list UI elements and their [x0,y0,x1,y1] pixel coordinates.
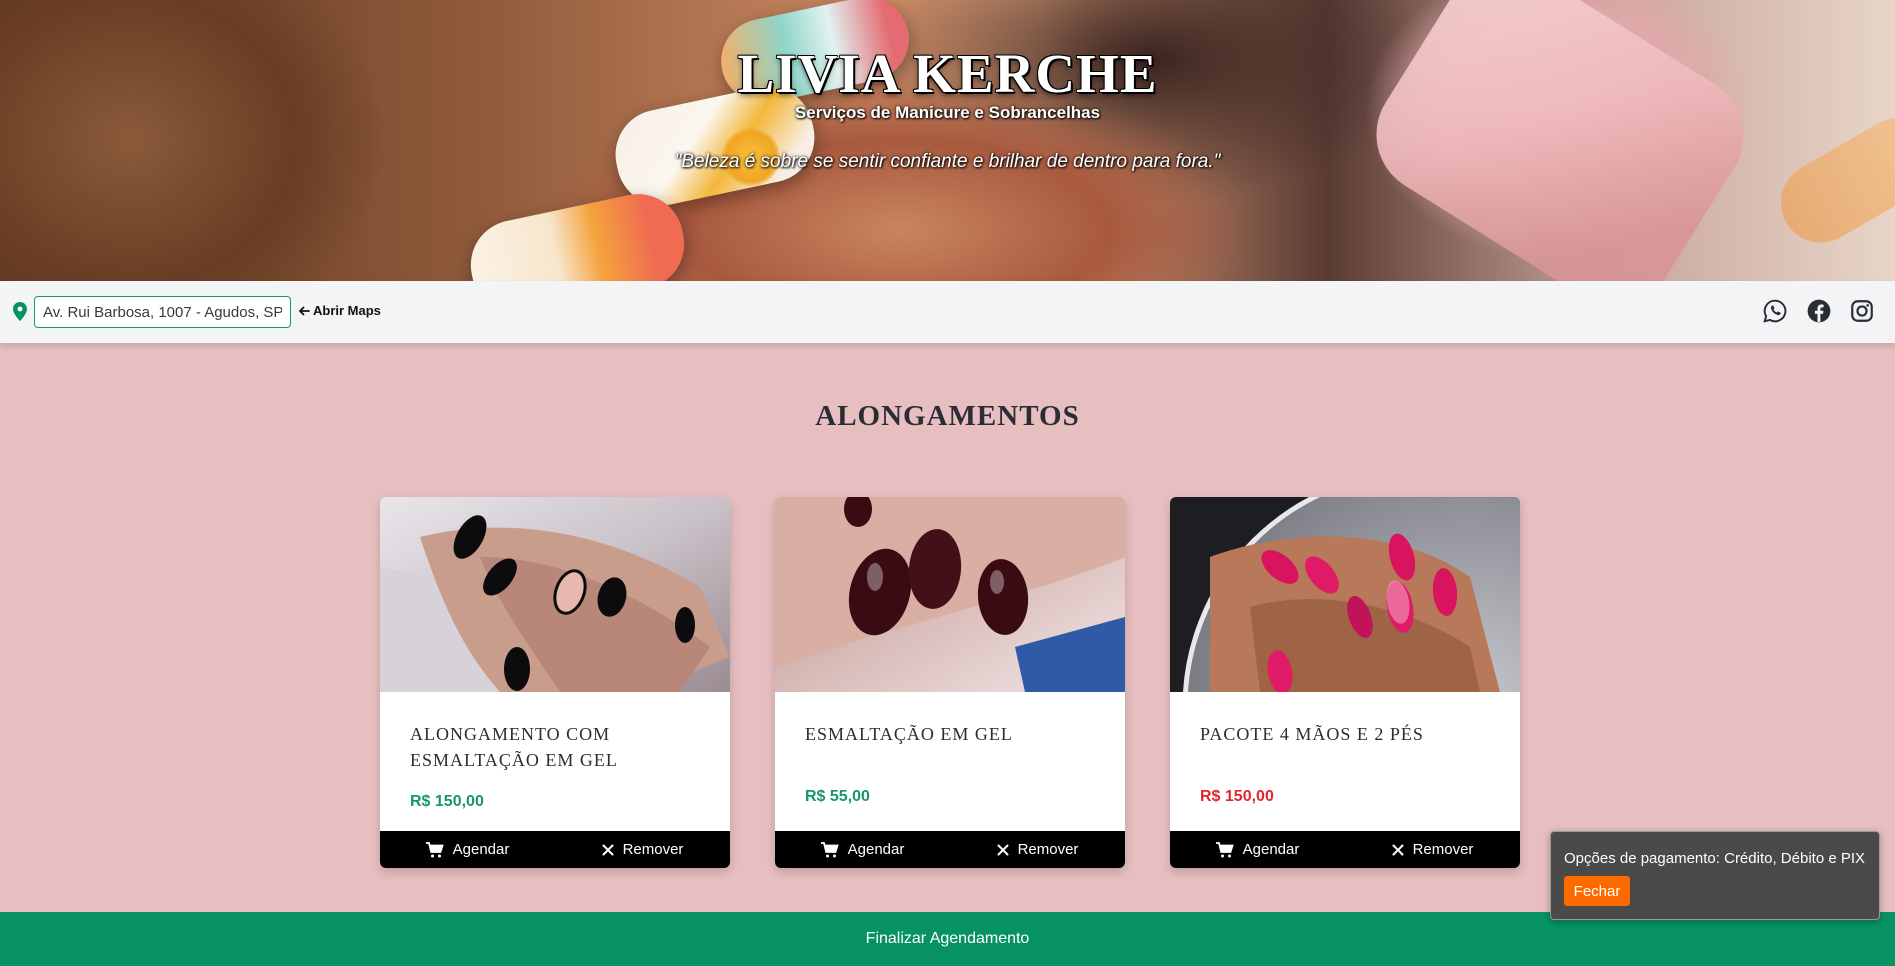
remove-label: Remover [622,841,684,858]
facebook-icon[interactable] [1806,298,1832,324]
open-maps-link[interactable]: Abrir Maps [298,303,381,318]
whatsapp-icon[interactable] [1762,298,1788,324]
address-field[interactable] [34,296,291,328]
cart-icon [820,841,839,857]
card-actions: Agendar Remover [775,831,1125,868]
remove-button[interactable]: Remover [1345,831,1520,868]
card-actions: Agendar Remover [380,831,730,868]
close-icon [602,844,614,855]
close-icon [1392,844,1404,855]
service-name: ALONGAMENTO COM ESMALTAÇÃO EM GEL [410,724,618,770]
close-toast-button[interactable]: Fechar [1564,876,1630,906]
service-price: R$ 55,00 [805,788,870,805]
remove-label: Remover [1412,841,1474,858]
hero-banner: LIVIA KERCHE Serviços de Manicure e Sobr… [0,0,1895,281]
brand-subtitle: Serviços de Manicure e Sobrancelhas [794,103,1101,122]
card-actions: Agendar Remover [1170,831,1520,868]
service-card: PACOTE 4 MÃOS E 2 PÉS R$ 150,00 Agendar … [1170,497,1520,868]
cart-icon [425,841,444,857]
service-name: PACOTE 4 MÃOS E 2 PÉS [1200,724,1424,744]
service-card: ESMALTAÇÃO EM GEL R$ 55,00 Agendar Remov… [775,497,1125,868]
payment-toast: Opções de pagamento: Crédito, Débito e P… [1550,831,1880,920]
nail-art-image [462,185,693,281]
close-icon [997,844,1009,855]
arrow-left-icon [299,306,310,315]
service-price: R$ 150,00 [410,793,484,810]
finalize-booking-button[interactable]: Finalizar Agendamento [0,912,1895,966]
schedule-label: Agendar [452,841,510,858]
schedule-button[interactable]: Agendar [775,831,950,868]
schedule-button[interactable]: Agendar [380,831,555,868]
open-maps-label: Abrir Maps [313,303,381,318]
service-photo [775,497,1125,692]
remove-button[interactable]: Remover [950,831,1125,868]
service-photo [1170,497,1520,692]
brush-image [1766,102,1895,258]
service-card: ALONGAMENTO COM ESMALTAÇÃO EM GEL R$ 150… [380,497,730,868]
section-title: ALONGAMENTOS [815,400,1080,432]
instagram-icon[interactable] [1849,298,1875,324]
service-photo [380,497,730,692]
brand-quote: "Beleza é sobre se sentir confiante e br… [674,151,1221,172]
location-pin-icon [13,302,27,321]
schedule-button[interactable]: Agendar [1170,831,1345,868]
schedule-label: Agendar [847,841,905,858]
brand-title: LIVIA KERCHE [737,43,1158,104]
remove-button[interactable]: Remover [555,831,730,868]
service-price: R$ 150,00 [1200,788,1274,805]
remove-label: Remover [1017,841,1079,858]
service-name: ESMALTAÇÃO EM GEL [805,724,1013,744]
schedule-label: Agendar [1242,841,1300,858]
cart-icon [1215,841,1234,857]
info-bar: Abrir Maps [0,281,1895,343]
toast-message: Opções de pagamento: Crédito, Débito e P… [1564,850,1866,867]
